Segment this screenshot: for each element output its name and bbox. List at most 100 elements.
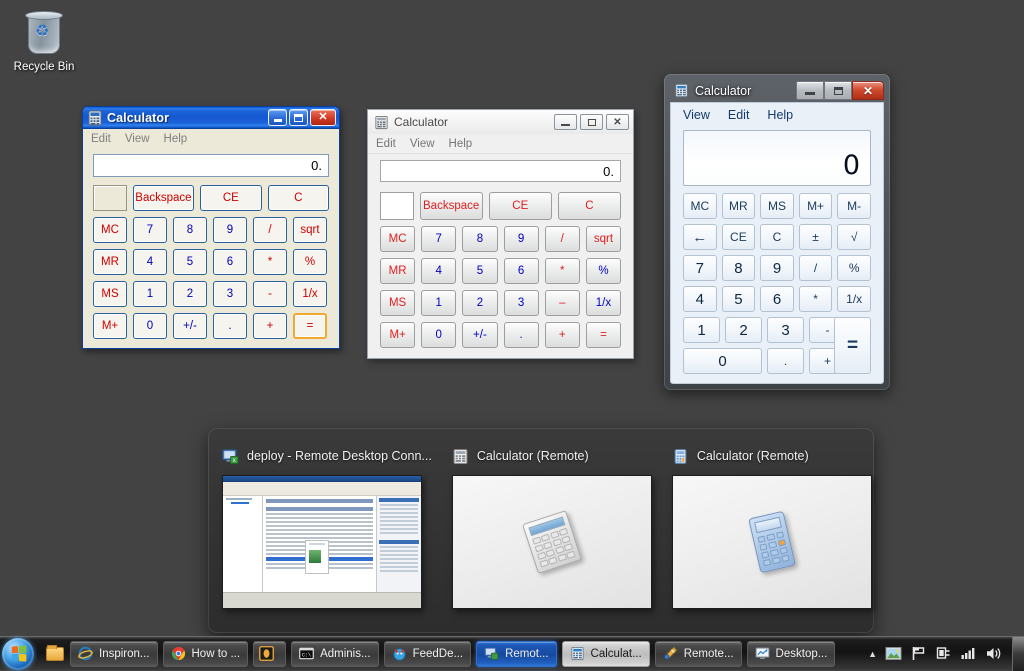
key-divide[interactable]: /	[253, 217, 287, 243]
key-divide[interactable]: /	[544, 226, 580, 252]
taskbar-button-how-to[interactable]: How to ...	[162, 640, 249, 667]
key-decimal[interactable]: .	[503, 322, 539, 348]
key-1[interactable]: 1	[421, 290, 457, 316]
show-hidden-icons-chevron[interactable]: ▲	[868, 649, 877, 659]
menu-view[interactable]: View	[125, 133, 150, 145]
key-ce[interactable]: CE	[721, 224, 756, 250]
desktop-icon-recycle-bin[interactable]: ♻ Recycle Bin	[8, 8, 80, 74]
switcher-thumbnail[interactable]: Calculator (Remote)	[451, 446, 652, 633]
key-3[interactable]: 3	[767, 317, 804, 343]
key-2[interactable]: 2	[462, 290, 498, 316]
key-6[interactable]: 6	[213, 249, 247, 275]
key-0[interactable]: 0	[421, 322, 457, 348]
menu-help[interactable]: Help	[449, 138, 473, 150]
key-9[interactable]: 9	[213, 217, 247, 243]
key-2[interactable]: 2	[725, 317, 762, 343]
key-c[interactable]: C	[557, 192, 621, 220]
key-8[interactable]: 8	[173, 217, 207, 243]
taskbar[interactable]: Inspiron... How to ... C:\ Adminis... Fe…	[0, 636, 1024, 671]
key-multiply[interactable]: *	[798, 286, 833, 312]
key-6[interactable]: 6	[760, 286, 794, 312]
key-4[interactable]: 4	[421, 258, 457, 284]
key-7[interactable]: 7	[421, 226, 457, 252]
thumbnail-preview-calculator-gray[interactable]	[451, 475, 652, 609]
key-minus[interactable]: -	[253, 281, 287, 307]
volume-speaker-icon[interactable]	[985, 645, 1002, 662]
key-sign[interactable]: +/-	[173, 313, 207, 339]
menu-view[interactable]: View	[410, 138, 435, 150]
thumbnail-preview-remote-desktop[interactable]	[222, 475, 422, 609]
taskbar-button-opera[interactable]	[253, 640, 287, 667]
picture-tray-icon[interactable]	[885, 645, 902, 662]
window-calculator-basic[interactable]: Calculator ✕ Edit View Help 0. Backspace…	[367, 109, 634, 359]
minimize-button[interactable]	[554, 114, 577, 130]
key-sqrt[interactable]: sqrt	[585, 226, 622, 252]
menu-edit[interactable]: Edit	[376, 138, 396, 150]
key-7[interactable]: 7	[133, 217, 167, 243]
key-minus[interactable]: –	[544, 290, 580, 316]
key-ms[interactable]: MS	[760, 193, 794, 219]
key-3[interactable]: 3	[503, 290, 539, 316]
maximize-button[interactable]	[289, 109, 308, 126]
key-ce[interactable]: CE	[200, 185, 262, 211]
signal-bars-icon[interactable]	[960, 645, 977, 662]
key-divide[interactable]: /	[798, 255, 833, 281]
quicklaunch-explorer[interactable]	[40, 644, 70, 661]
titlebar[interactable]: Calculator ✕	[670, 79, 884, 102]
titlebar[interactable]: Calculator ✕	[83, 107, 339, 129]
key-percent[interactable]: %	[837, 255, 871, 281]
key-m-minus[interactable]: M-	[837, 193, 871, 219]
taskbar-button-calculator[interactable]: Calculat...	[561, 640, 650, 667]
key-5[interactable]: 5	[721, 286, 756, 312]
taskbar-button-remote-tool[interactable]: Remote...	[654, 640, 742, 667]
show-desktop-button[interactable]	[1012, 636, 1024, 671]
titlebar[interactable]: Calculator ✕	[368, 110, 633, 134]
menu-help[interactable]: Help	[164, 133, 188, 145]
key-mc[interactable]: MC	[380, 226, 416, 252]
key-sign[interactable]: +/-	[462, 322, 498, 348]
key-multiply[interactable]: *	[253, 249, 287, 275]
window-calculator-aero[interactable]: Calculator ✕ View Edit Help 0 MC MR MS M…	[664, 74, 890, 390]
key-equals[interactable]: =	[834, 317, 871, 374]
key-4[interactable]: 4	[133, 249, 167, 275]
window-switcher-panel[interactable]: x deploy - Remote Desktop Conn... Calcul…	[208, 428, 874, 633]
menubar[interactable]: Edit View Help	[83, 129, 339, 148]
key-8[interactable]: 8	[721, 255, 756, 281]
taskbar-button-administrator[interactable]: C:\ Adminis...	[291, 640, 379, 667]
key-9[interactable]: 9	[760, 255, 794, 281]
key-c[interactable]: C	[760, 224, 794, 250]
key-5[interactable]: 5	[173, 249, 207, 275]
key-7[interactable]: 7	[683, 255, 717, 281]
key-multiply[interactable]: *	[544, 258, 580, 284]
key-mr[interactable]: MR	[93, 249, 127, 275]
key-3[interactable]: 3	[213, 281, 247, 307]
key-plus[interactable]: +	[544, 322, 580, 348]
key-1[interactable]: 1	[133, 281, 167, 307]
key-percent[interactable]: %	[293, 249, 327, 275]
start-button[interactable]	[2, 637, 34, 670]
menubar[interactable]: View Edit Help	[671, 103, 883, 125]
key-mr[interactable]: MR	[380, 258, 416, 284]
desktop[interactable]: ♻ Recycle Bin Calculator ✕ Edit View Hel…	[0, 0, 1024, 636]
key-mr[interactable]: MR	[721, 193, 756, 219]
key-0[interactable]: 0	[133, 313, 167, 339]
key-ce[interactable]: CE	[488, 192, 552, 220]
key-c[interactable]: C	[267, 185, 330, 211]
minimize-button[interactable]	[268, 109, 287, 126]
key-decimal[interactable]: .	[767, 348, 804, 374]
taskbar-button-desktop[interactable]: Desktop...	[746, 640, 836, 667]
key-m-plus[interactable]: M+	[380, 322, 416, 348]
keypad[interactable]: Backspace CE C MC 7 8 9 / sqrt MR 4 5 6 …	[368, 182, 633, 358]
taskbar-button-feeddemon[interactable]: FeedDe...	[383, 640, 472, 667]
key-equals[interactable]: =	[585, 322, 622, 348]
key-decimal[interactable]: .	[213, 313, 247, 339]
key-equals[interactable]: =	[293, 313, 327, 339]
key-plus[interactable]: +	[253, 313, 287, 339]
menu-view[interactable]: View	[683, 108, 710, 122]
flag-action-center-icon[interactable]	[910, 645, 927, 662]
close-button[interactable]: ✕	[852, 81, 884, 100]
minimize-button[interactable]	[796, 81, 824, 100]
key-2[interactable]: 2	[173, 281, 207, 307]
key-m-plus[interactable]: M+	[93, 313, 127, 339]
key-backspace[interactable]: Backspace	[419, 192, 483, 220]
